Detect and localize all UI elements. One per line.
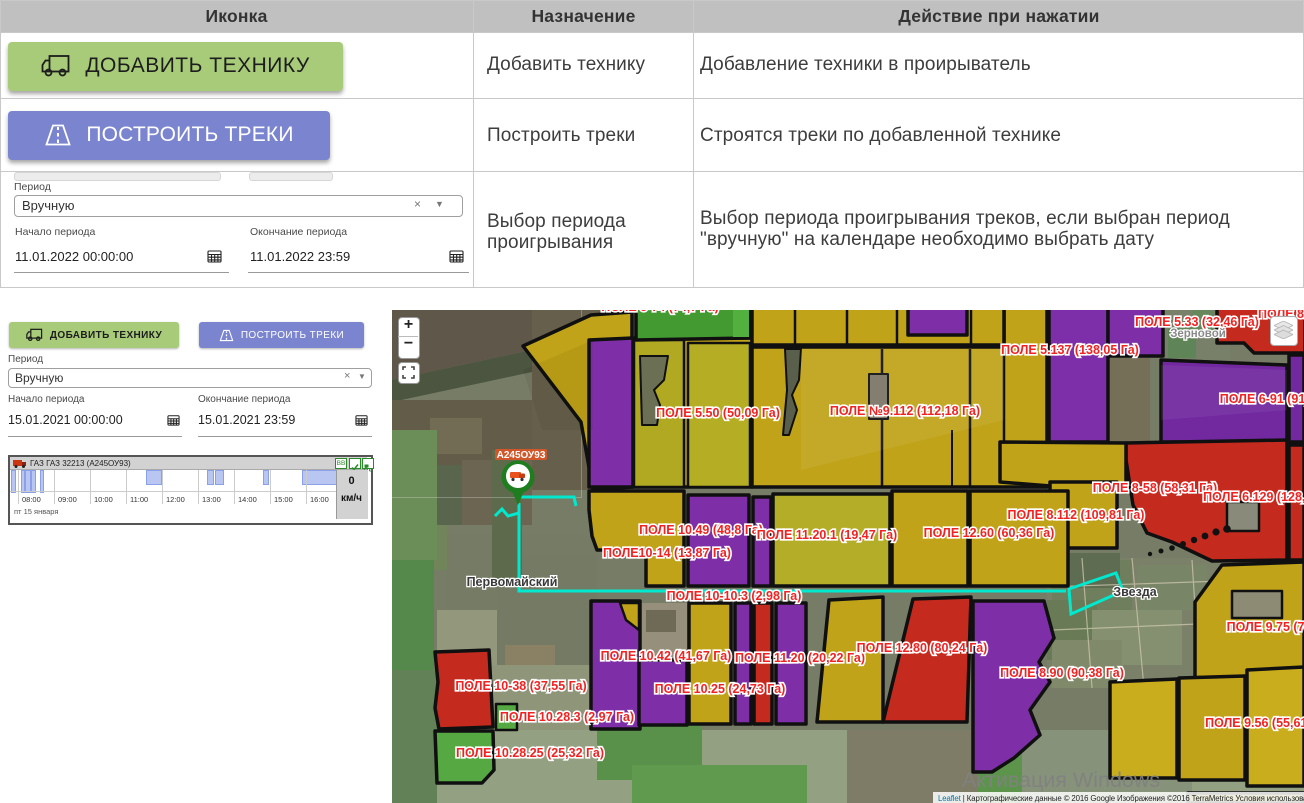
svg-text:ПОЛЕ 8-58 (58,31 Га): ПОЛЕ 8-58 (58,31 Га) [1093, 481, 1217, 495]
svg-text:ПОЛЕ10-14 (13,87 Га): ПОЛЕ10-14 (13,87 Га) [603, 546, 731, 560]
svg-text:ПОЛЕ 5.50 (50,09 Га): ПОЛЕ 5.50 (50,09 Га) [656, 406, 780, 420]
svg-text:Первомайский: Первомайский [467, 575, 558, 589]
svg-text:ПОЛЕ 11.20 (20,22 Га): ПОЛЕ 11.20 (20,22 Га) [735, 651, 865, 665]
svg-text:ПОЛЕ 6-91 (91,44 Га): ПОЛЕ 6-91 (91,44 Га) [1220, 392, 1304, 406]
svg-text:ПОЛЕ 9.56 (55,61 Га): ПОЛЕ 9.56 (55,61 Га) [1205, 716, 1304, 730]
svg-text:Активация Windows: Активация Windows [962, 768, 1160, 792]
svg-text:ПОЛЕ 8.90 (90,38 Га): ПОЛЕ 8.90 (90,38 Га) [1000, 666, 1124, 680]
svg-text:ПОЛЕ 5.33 (32,46 Га): ПОЛЕ 5.33 (32,46 Га) [1135, 315, 1259, 329]
svg-text:ПОЛЕ 10.28.3 (2,97 Га): ПОЛЕ 10.28.3 (2,97 Га) [500, 710, 634, 724]
svg-text:ПОЛЕ 8.112 (109,81 Га): ПОЛЕ 8.112 (109,81 Га) [1008, 508, 1145, 522]
svg-text:ПОЛЕ 10.28.25 (25,32 Га): ПОЛЕ 10.28.25 (25,32 Га) [456, 746, 604, 760]
svg-text:ПОЛЕ №9.112 (112,18 Га): ПОЛЕ №9.112 (112,18 Га) [830, 404, 980, 418]
svg-text:Звезда: Звезда [1113, 585, 1157, 599]
svg-text:ПОЛЕ 10-38 (37,55 Га): ПОЛЕ 10-38 (37,55 Га) [455, 679, 586, 693]
svg-text:ПОЛЕ 10.42 (41,67 Га): ПОЛЕ 10.42 (41,67 Га) [601, 649, 732, 663]
svg-text:ПОЛЕ 10.25 (24,73 Га): ПОЛЕ 10.25 (24,73 Га) [655, 682, 786, 696]
svg-text:ПОЛЕ 12.80 (80,24 Га): ПОЛЕ 12.80 (80,24 Га) [857, 641, 988, 655]
svg-text:ПОЛЕ 12.60 (60,36 Га): ПОЛЕ 12.60 (60,36 Га) [924, 526, 1055, 540]
svg-text:ПОЛЕ 10-10.3 (2,98 Га): ПОЛЕ 10-10.3 (2,98 Га) [667, 589, 802, 603]
svg-text:ПОЛЕ 5.137 (138,05 Га): ПОЛЕ 5.137 (138,05 Га) [1001, 343, 1139, 357]
svg-text:ПОЛЕ 10.49 (48,8 Га): ПОЛЕ 10.49 (48,8 Га) [639, 523, 763, 537]
svg-text:А245ОУ93: А245ОУ93 [497, 450, 546, 461]
svg-text:ПОЛЕ 9.75 (75,2 Га): ПОЛЕ 9.75 (75,2 Га) [1227, 620, 1304, 634]
svg-text:ПОЛЕ 5-74 (74,7 Га): ПОЛЕ 5-74 (74,7 Га) [601, 310, 718, 314]
svg-text:ПОЛЕ 11.20.1 (19,47 Га): ПОЛЕ 11.20.1 (19,47 Га) [757, 528, 897, 542]
svg-text:Зерновой: Зерновой [1170, 328, 1226, 340]
svg-text:ПОЛЕ 6.129 (128,35 Га): ПОЛЕ 6.129 (128,35 Га) [1203, 490, 1304, 504]
